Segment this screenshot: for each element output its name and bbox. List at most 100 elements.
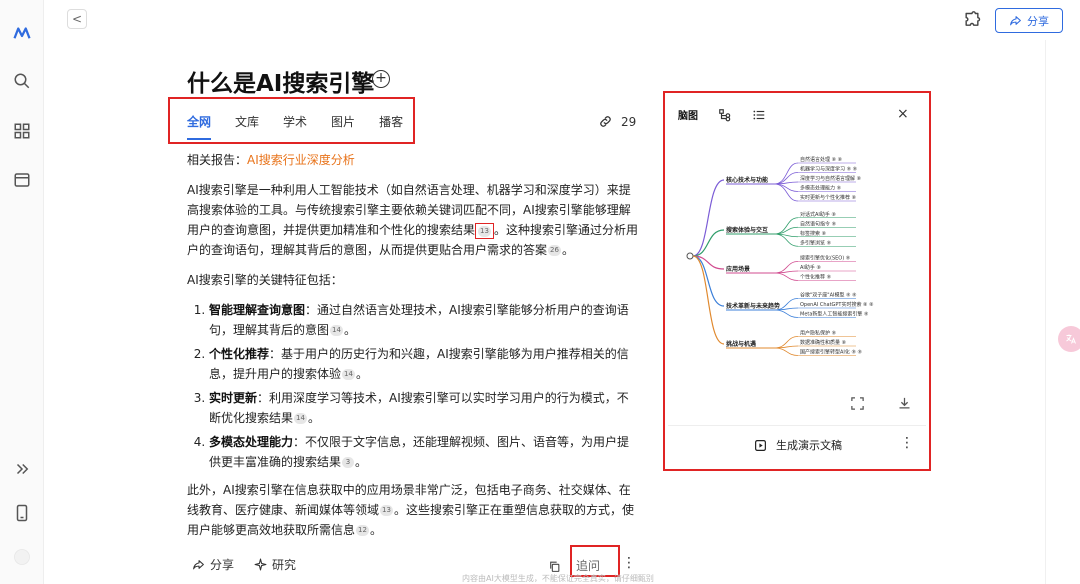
list-item: 多模态处理能力：不仅限于文字信息，还能理解视频、图片、语音等，为用户提供更丰富准…: [209, 432, 639, 472]
share-button[interactable]: 分享: [995, 8, 1063, 33]
mobile-device-icon[interactable]: [11, 502, 33, 524]
citation-badge[interactable]: 14: [330, 325, 343, 336]
citation-badge[interactable]: 13: [380, 505, 393, 516]
window-icon[interactable]: [11, 169, 33, 191]
mindmap-leaf-link: [773, 270, 799, 274]
search-icon[interactable]: [11, 70, 33, 92]
citation-highlight-box: 13: [475, 222, 494, 239]
share-label: 分享: [1027, 14, 1049, 28]
citation-badge[interactable]: 26: [548, 245, 561, 256]
mindmap-leaf-label: AI助手 ⑧: [800, 264, 821, 271]
app-logo-icon[interactable]: [11, 22, 33, 44]
sources-count[interactable]: 29: [598, 114, 636, 129]
mindmap-leaf-label: OpenAI ChatGPT实时搜索 ⑧ ⑧: [800, 301, 874, 308]
mindmap-leaf-label: 多引擎浏览 ⑧: [800, 239, 832, 246]
expand-sidebar-icon[interactable]: [11, 458, 33, 480]
mindmap-branch-label: 应用场景: [726, 265, 750, 273]
mindmap-leaf-label: 搜索引擎优化(SEO) ⑧: [800, 255, 851, 262]
features-lead: AI搜索引擎的关键特征包括：: [187, 273, 343, 287]
mindmap-branch-label: 技术革新与未来趋势: [726, 302, 780, 310]
left-sidebar: [0, 0, 44, 584]
outro-paragraph: 此外，AI搜索引擎在信息获取中的应用场景非常广泛，包括电子商务、社交媒体、在线教…: [187, 483, 634, 537]
more-options-icon[interactable]: ⋮: [622, 556, 636, 570]
mindmap-leaf-label: 数据准确性和质量 ⑧: [800, 339, 847, 346]
research-sparkle-icon: [254, 558, 267, 571]
answer-share-button[interactable]: 分享: [192, 556, 234, 573]
avatar[interactable]: [11, 546, 33, 568]
related-report-link[interactable]: AI搜索行业深度分析: [247, 153, 355, 167]
mindmap-leaf-label: 多模态处理能力 ⑧: [800, 185, 842, 192]
list-item: 实时更新：利用深度学习等技术，AI搜索引擎可以实时学习用户的行为模式，不断优化搜…: [209, 388, 639, 428]
mindmap-leaf-label: 对话式AI助手 ⑧: [800, 211, 836, 218]
download-icon[interactable]: [897, 396, 912, 411]
list-item: 个性化推荐：基于用户的历史行为和兴趣，AI搜索引擎能够为用户推荐相关的信息，提升…: [209, 344, 639, 384]
tab-images[interactable]: 图片: [331, 113, 355, 130]
close-panel-button[interactable]: ×: [897, 106, 909, 122]
tab-mindmap[interactable]: 脑图: [678, 107, 698, 122]
features-list: 智能理解查询意图：通过自然语言处理技术，AI搜索引擎能够分析用户的查询语句，理解…: [187, 300, 639, 472]
mindmap-leaf-link: [773, 162, 799, 185]
mindmap-canvas[interactable]: 核心技术与功能 自然语言处理 ⑧ ⑧ 机器学习与深度学习 ⑧ ⑧ 深度学习与自然语言理…: [676, 138, 918, 374]
mindmap-leaf-label: 自然语言处理 ⑧ ⑧: [800, 156, 843, 163]
generate-slides-button[interactable]: 生成演示文稿: [754, 437, 842, 453]
mindmap-leaf-label: 标签搜索 ⑧: [800, 230, 827, 237]
citation-badge[interactable]: 3: [342, 457, 355, 468]
tab-academic[interactable]: 学术: [283, 113, 307, 130]
tab-web[interactable]: 全网: [187, 113, 212, 140]
list-item: 智能理解查询意图：通过自然语言处理技术，AI搜索引擎能够分析用户的查询语句，理解…: [209, 300, 639, 340]
mindmap-leaf-link: [773, 309, 799, 318]
back-button[interactable]: <: [67, 9, 87, 29]
list-view-icon[interactable]: [752, 108, 766, 122]
citation-badge[interactable]: 14: [342, 369, 355, 380]
mindmap-branch-link: [692, 229, 725, 257]
mindmap-leaf-link: [773, 226, 799, 235]
citation-badge[interactable]: 13: [478, 225, 491, 237]
mindmap-leaf-link: [773, 183, 799, 192]
share-arrow-icon: [193, 560, 204, 570]
panel-tabs: 脑图: [678, 107, 766, 122]
follow-up-button[interactable]: 追问: [576, 557, 600, 574]
research-button[interactable]: 研究: [254, 556, 296, 573]
mindmap-branch-link: [692, 179, 725, 257]
mindmap-leaf-label: 个性化推荐 ⑧: [800, 274, 832, 281]
tab-library[interactable]: 文库: [235, 113, 259, 130]
mindmap-leaf-link: [773, 345, 799, 349]
citation-badge[interactable]: 12: [356, 525, 369, 536]
content-divider: [1045, 40, 1046, 584]
panel-more-icon[interactable]: ⋮: [900, 435, 914, 451]
mindmap-branch-label: 搜索体验与交互: [726, 226, 768, 234]
tab-podcast[interactable]: 播客: [379, 113, 403, 130]
copy-icon[interactable]: [548, 558, 561, 572]
panel-footer: 生成演示文稿 ⋮: [668, 425, 926, 461]
mindmap-root-node: [686, 252, 694, 260]
mindmap-branch-label: 核心技术与功能: [726, 176, 768, 184]
fullscreen-icon[interactable]: [850, 396, 865, 411]
mindmap-leaf-label: 谷歌"双子座"AI模型 ⑧ ⑧: [800, 292, 857, 299]
mindmap-leaf-label: 机器学习与深度学习 ⑧ ⑧: [800, 166, 858, 173]
mindmap-leaf-link: [773, 217, 799, 235]
mindmap-leaf-label: 深度学习与自然语言理解 ⑧: [800, 175, 862, 182]
page-title: 什么是AI搜索引擎: [187, 71, 375, 97]
presentation-icon: [755, 439, 766, 451]
panel-tools: [850, 396, 912, 411]
mindmap-branch-label: 挑战与机遇: [726, 340, 756, 348]
answer-actions: 分享 研究: [192, 556, 296, 573]
mindmap-leaf-label: 自然语句指令 ⑧: [800, 220, 837, 227]
intro-paragraph: AI搜索引擎是一种利用人工智能技术（如自然语言处理、机器学习和深度学习）来提高搜…: [187, 183, 638, 257]
citation-badge[interactable]: 14: [294, 413, 307, 424]
mindmap-leaf-link: [773, 183, 799, 202]
tree-view-icon[interactable]: [718, 108, 732, 122]
translate-bubble-icon[interactable]: [1058, 326, 1080, 352]
puzzle-plugin-icon[interactable]: [962, 11, 982, 31]
mindmap-leaf-link: [773, 347, 799, 356]
mindmap-leaf-link: [773, 181, 799, 185]
sources-count-value: 29: [621, 114, 637, 129]
link-icon: [600, 116, 611, 127]
mindmap-leaf-label: 用户隐私保护 ⑧: [800, 330, 837, 337]
apps-grid-icon[interactable]: [11, 120, 33, 142]
ai-disclaimer: 内容由AI大模型生成，不能保证完全真实，请仔细甄别: [462, 574, 654, 583]
add-circle-icon[interactable]: +: [372, 70, 390, 88]
mindmap-panel: 脑图 × 核心技术与功能 自然语言处理 ⑧ ⑧ 机器学习与深度学习 ⑧ ⑧ 深度学习与…: [668, 96, 926, 466]
mindmap-leaf-link: [773, 272, 799, 281]
answer-article: 相关报告：AI搜索行业深度分析 AI搜索引擎是一种利用人工智能技术（如自然语言处…: [187, 150, 639, 550]
